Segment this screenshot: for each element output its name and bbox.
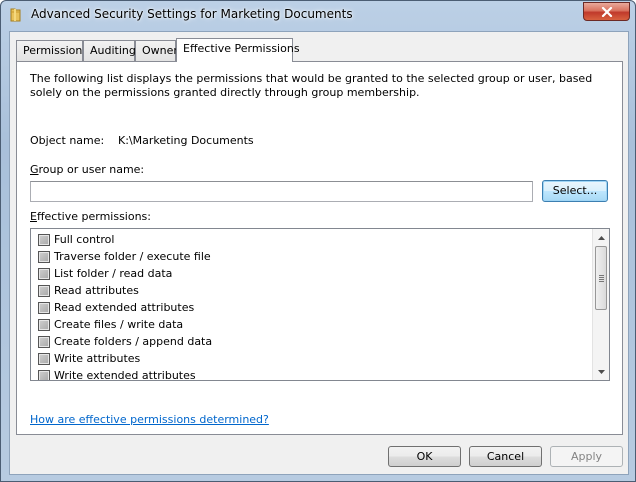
permission-label: List folder / read data [54, 267, 173, 280]
permission-label: Read attributes [54, 284, 139, 297]
arrow-up-icon [597, 235, 605, 240]
tab-label: Effective Permissions [183, 42, 300, 55]
cancel-button[interactable]: Cancel [469, 446, 542, 467]
scroll-up-button[interactable] [593, 229, 609, 246]
permission-item: Write extended attributes [38, 367, 196, 381]
accelerator-key: G [30, 163, 39, 176]
permission-checkbox [38, 301, 50, 314]
permission-checkbox [38, 335, 50, 348]
permission-item: Read extended attributes [38, 299, 194, 316]
dialog-window: Advanced Security Settings for Marketing… [0, 0, 636, 482]
tab-effective-permissions[interactable]: Effective Permissions [176, 38, 300, 62]
permission-label: Create files / write data [54, 318, 184, 331]
tab-label: Permissions [23, 44, 89, 57]
effective-permissions-label: Effective permissions: [30, 210, 151, 223]
permission-label: Create folders / append data [54, 335, 213, 348]
permission-checkbox [38, 318, 50, 331]
title-bar[interactable]: Advanced Security Settings for Marketing… [1, 1, 635, 31]
tab-panel: The following list displays the permissi… [16, 61, 623, 435]
permission-label: Write extended attributes [54, 369, 196, 381]
permission-label: Full control [54, 233, 115, 246]
permission-checkbox [38, 284, 50, 297]
grip-line [599, 279, 604, 280]
folder-icon [8, 7, 24, 23]
label-text: roup or user name: [38, 163, 145, 176]
permission-item: Traverse folder / execute file [38, 248, 211, 265]
accelerator-key: E [30, 210, 37, 223]
arrow-down-icon [597, 369, 605, 374]
permission-item: Create files / write data [38, 316, 183, 333]
close-button[interactable] [583, 2, 630, 21]
permission-label: Write attributes [54, 352, 141, 365]
permission-checkbox [38, 352, 50, 365]
tab-permissions[interactable]: Permissions [16, 40, 88, 61]
scroll-thumb[interactable] [595, 246, 607, 310]
grip-line [599, 281, 604, 282]
ok-button[interactable]: OK [388, 446, 461, 467]
permission-item: Write attributes [38, 350, 140, 367]
tab-label: Owner [142, 44, 178, 57]
permission-checkbox [38, 250, 50, 263]
group-or-user-label: Group or user name: [30, 163, 144, 176]
tab-label: Auditing [90, 44, 136, 57]
permission-checkbox [38, 233, 50, 246]
permission-item: Read attributes [38, 282, 139, 299]
apply-button[interactable]: Apply [550, 446, 623, 467]
object-name-label: Object name: [30, 134, 105, 147]
permission-label: Traverse folder / execute file [54, 250, 211, 263]
effective-permissions-list[interactable]: Full control Traverse folder / execute f… [30, 228, 610, 381]
grip-line [599, 277, 604, 278]
help-link[interactable]: How are effective permissions determined… [30, 413, 269, 426]
permission-label: Read extended attributes [54, 301, 195, 314]
close-icon [601, 6, 612, 17]
select-button[interactable]: Select... [542, 180, 608, 202]
vertical-scrollbar[interactable] [592, 229, 609, 380]
permission-item: List folder / read data [38, 265, 172, 282]
permission-checkbox [38, 369, 50, 380]
tab-auditing[interactable]: Auditing [83, 40, 136, 61]
grip-line [599, 275, 604, 276]
group-or-user-input[interactable] [30, 181, 533, 202]
window-title: Advanced Security Settings for Marketing… [31, 7, 353, 21]
permission-checkbox [38, 267, 50, 280]
object-name-value: K:\Marketing Documents [118, 134, 254, 147]
permission-item: Create folders / append data [38, 333, 212, 350]
description-text: The following list displays the permissi… [30, 72, 593, 99]
client-area: Permissions Auditing Owner Effective Per… [9, 31, 629, 475]
tab-owner[interactable]: Owner [135, 40, 178, 61]
label-text: ffective permissions: [36, 210, 151, 223]
scroll-down-button[interactable] [593, 363, 609, 380]
permission-item: Full control [38, 231, 114, 248]
